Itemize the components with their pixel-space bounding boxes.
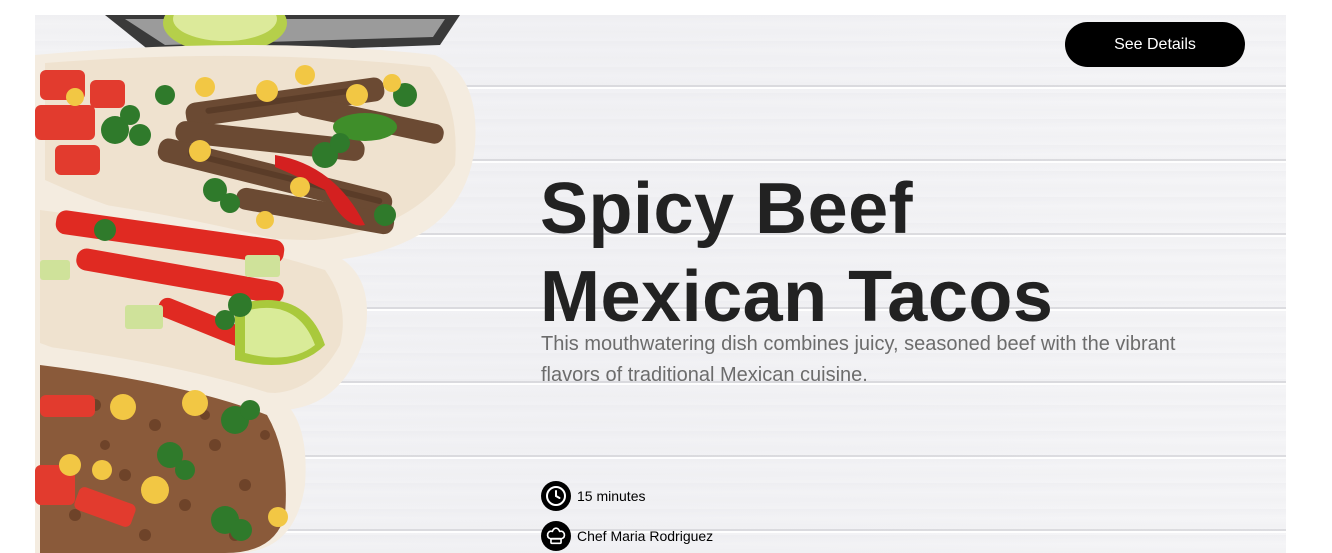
see-details-button[interactable]: See Details — [1065, 22, 1245, 67]
recipe-title: Spicy Beef Mexican Tacos — [540, 169, 1054, 337]
clock-icon — [541, 481, 571, 511]
recipe-description: This mouthwatering dish combines juicy, … — [541, 333, 1176, 386]
tacos-image — [35, 15, 476, 553]
chef-name-text: Chef Maria Rodriguez — [577, 528, 714, 544]
cook-time-text: 15 minutes — [577, 488, 646, 504]
recipe-hero: See Details Spicy Beef Mexican Tacos Thi… — [35, 15, 1286, 553]
cook-time: 15 minutes — [541, 481, 645, 511]
chef-name: Chef Maria Rodriguez — [541, 521, 713, 551]
chef-hat-icon — [541, 521, 571, 551]
